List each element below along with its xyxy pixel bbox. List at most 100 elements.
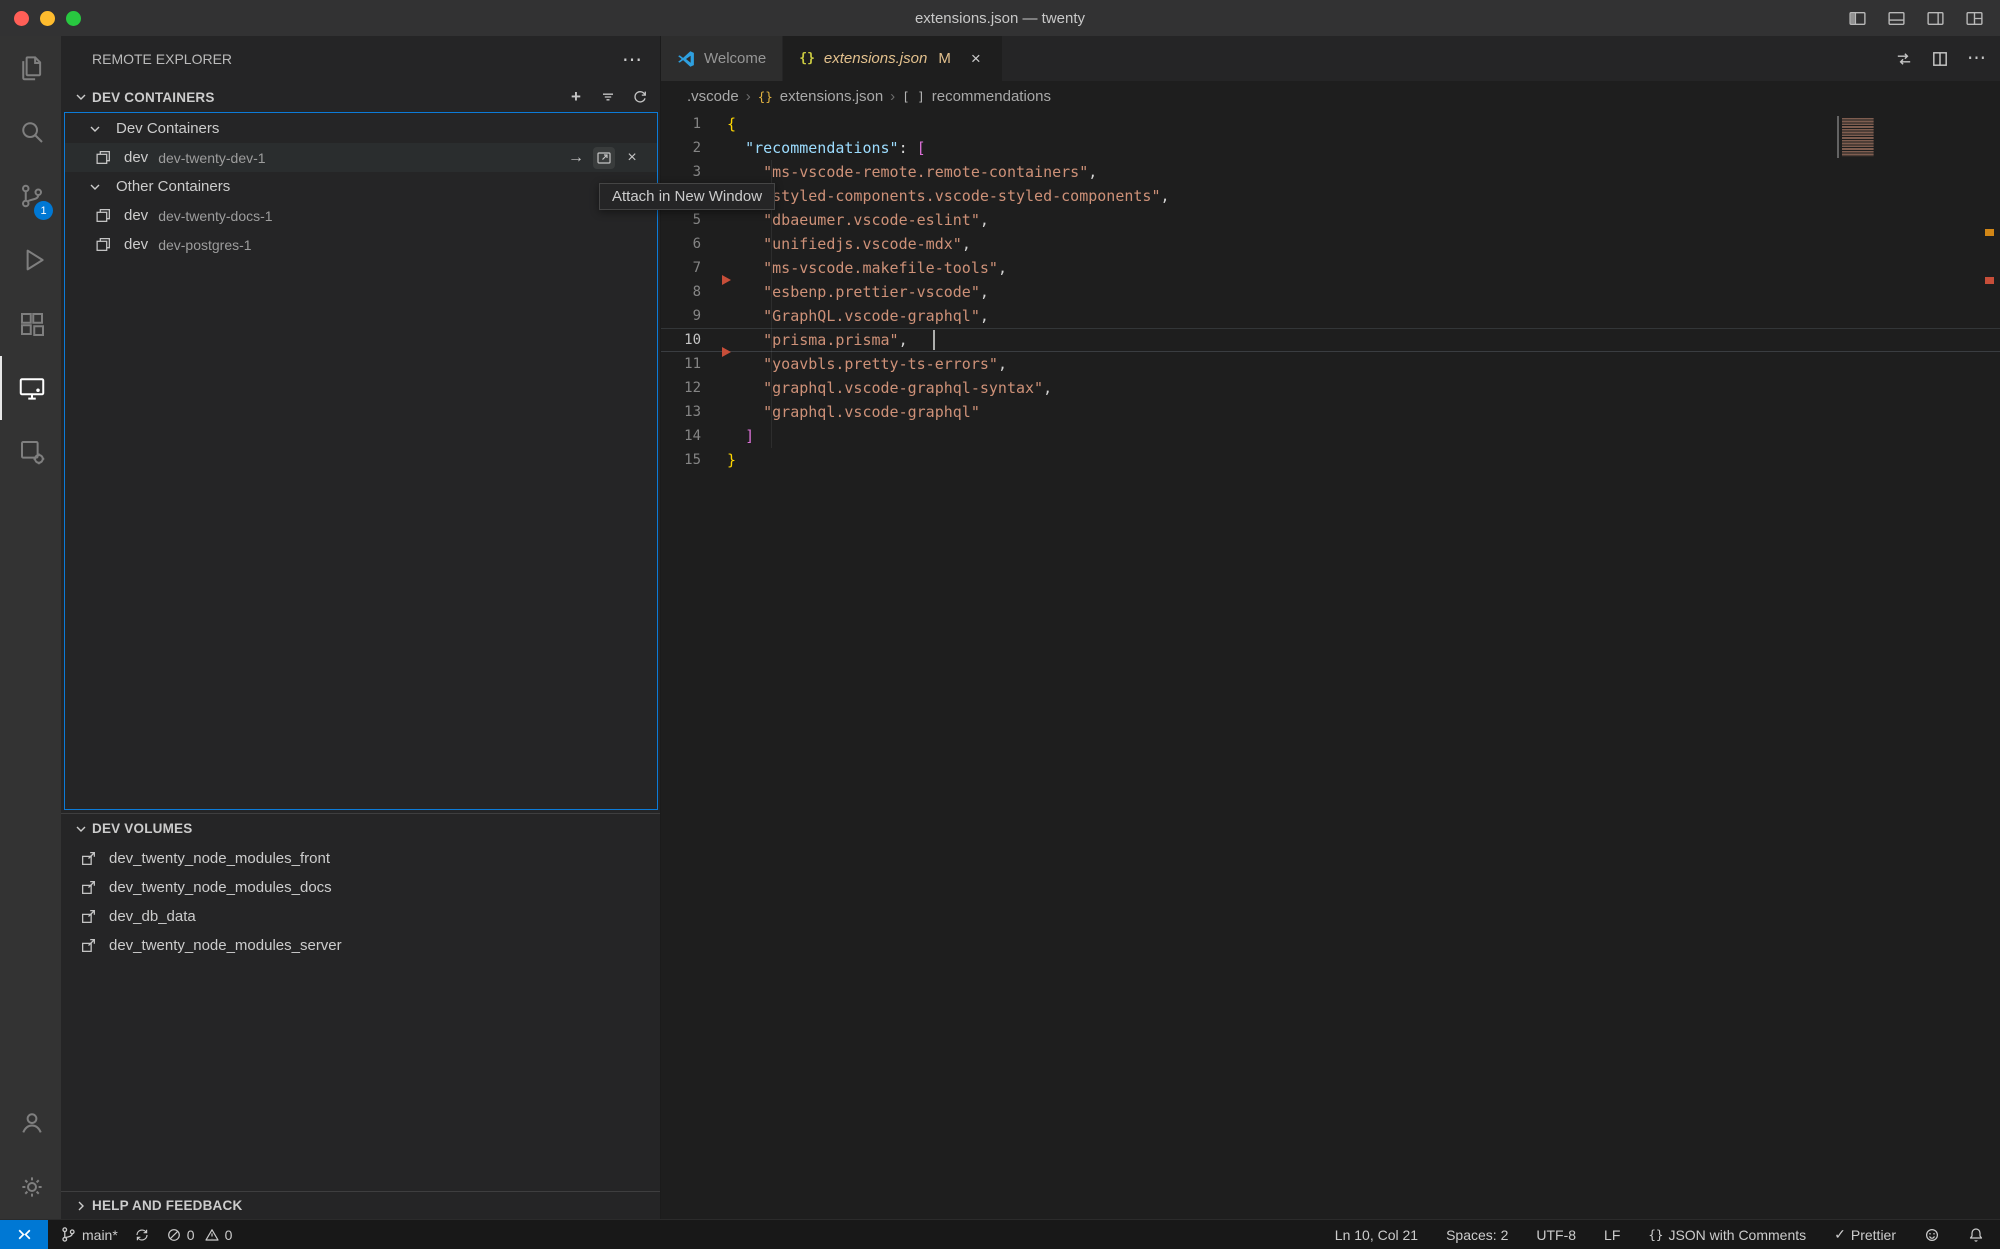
dev-containers-pane-header[interactable]: DEV CONTAINERS + [61,82,660,112]
code-text: ] [727,424,2000,448]
extensions-icon[interactable] [0,292,61,356]
run-debug-icon[interactable] [0,228,61,292]
breadcrumb-symbol[interactable]: recommendations [932,88,1051,105]
code-text: "unifiedjs.vscode-mdx", [727,232,2000,256]
code-line[interactable]: 6 "unifiedjs.vscode-mdx", [661,232,2000,256]
indentation-item[interactable]: Spaces: 2 [1446,1227,1508,1243]
code-line[interactable]: 15} [661,448,2000,472]
add-container-icon[interactable]: + [566,87,586,107]
container-item-dev-twenty-dev-1[interactable]: dev dev-twenty-dev-1 → × [65,143,657,172]
problems-item[interactable]: 0 0 [166,1227,233,1243]
close-tab-icon[interactable]: × [966,49,986,69]
help-feedback-pane-header[interactable]: HELP AND FEEDBACK [61,1191,660,1219]
pane-actions: + [566,87,650,107]
container-item-dev-postgres-1[interactable]: dev dev-postgres-1 [65,230,657,259]
code-line[interactable]: 1{ [661,112,2000,136]
tab-welcome[interactable]: Welcome [661,36,783,81]
accounts-icon[interactable] [0,1091,61,1155]
code-text: "recommendations": [ [727,136,2000,160]
volume-label: dev_twenty_node_modules_front [109,850,330,867]
volume-item[interactable]: dev_twenty_node_modules_front [61,844,660,873]
code-lines: 1{2 "recommendations": [3 "ms-vscode-rem… [661,112,2000,472]
sidebar-more-actions-icon[interactable]: ⋯ [622,47,642,72]
code-line[interactable]: 11 "yoavbls.pretty-ts-errors", [661,352,2000,376]
notifications-bell-icon[interactable] [1968,1227,1984,1243]
toggle-sidebar-left-icon[interactable] [1848,9,1867,28]
symbol-array-icon: [ ] [902,89,925,104]
tooltip-attach-in-new-window: Attach in New Window [599,183,775,210]
tab-extensions-json[interactable]: {} extensions.json M × [783,36,1002,81]
code-line[interactable]: 5 "dbaeumer.vscode-eslint", [661,208,2000,232]
settings-gear-icon[interactable] [0,1155,61,1219]
remove-container-icon[interactable]: × [621,147,643,169]
dev-containers-icon[interactable] [0,420,61,484]
attach-new-window-icon[interactable] [593,147,615,169]
explorer-icon[interactable] [0,36,61,100]
minimize-window-button[interactable] [40,11,55,26]
open-changes-icon[interactable] [1895,50,1913,68]
code-text: "ms-vscode-remote.remote-containers", [727,160,2000,184]
container-item-dev-twenty-docs-1[interactable]: dev dev-twenty-docs-1 [65,201,657,230]
breadcrumb-folder[interactable]: .vscode [687,88,739,105]
breadcrumb-file[interactable]: extensions.json [780,88,883,105]
editor-more-actions-icon[interactable]: ⋯ [1967,47,1986,70]
code-line[interactable]: 10 "prisma.prisma", [661,328,2000,352]
close-window-button[interactable] [14,11,29,26]
toggle-sidebar-right-icon[interactable] [1926,9,1945,28]
code-line[interactable]: 13 "graphql.vscode-graphql" [661,400,2000,424]
formatter-item[interactable]: ✓ Prettier [1834,1226,1896,1243]
volume-item[interactable]: dev_twenty_node_modules_server [61,931,660,960]
dev-volumes-pane: DEV VOLUMES dev_twenty_node_modules_fron… [61,813,660,960]
encoding-item[interactable]: UTF-8 [1536,1227,1576,1243]
code-editor[interactable]: 1{2 "recommendations": [3 "ms-vscode-rem… [661,112,2000,1219]
language-mode-item[interactable]: {} JSON with Comments [1648,1227,1806,1243]
volume-label: dev_twenty_node_modules_server [109,937,342,954]
git-branch-item[interactable]: main* [60,1226,118,1243]
window-title: extensions.json — twenty [0,10,2000,27]
feedback-icon[interactable] [1924,1227,1940,1243]
code-line[interactable]: 3 "ms-vscode-remote.remote-containers", [661,160,2000,184]
remote-explorer-icon[interactable] [0,356,61,420]
code-line[interactable]: 4 "styled-components.vscode-styled-compo… [661,184,2000,208]
code-line[interactable]: 2 "recommendations": [ [661,136,2000,160]
remote-window-indicator[interactable] [0,1220,48,1249]
source-control-icon[interactable]: 1 [0,164,61,228]
search-icon[interactable] [0,100,61,164]
sync-changes-icon[interactable] [134,1227,150,1243]
split-editor-icon[interactable] [1931,50,1949,68]
code-line[interactable]: 12 "graphql.vscode-graphql-syntax", [661,376,2000,400]
pane-label: HELP AND FEEDBACK [92,1198,242,1213]
chevron-down-icon [73,89,89,105]
eol-item[interactable]: LF [1604,1227,1620,1243]
attach-container-icon[interactable]: → [565,147,587,169]
breadcrumb-separator: › [746,88,751,105]
status-bar: main* 0 0 Ln 10, Col 21 Spaces: 2 UTF-8 … [0,1219,2000,1249]
toggle-panel-icon[interactable] [1887,9,1906,28]
customize-layout-icon[interactable] [1965,9,1984,28]
volume-icon [80,937,97,954]
code-text: "dbaeumer.vscode-eslint", [727,208,2000,232]
code-line[interactable]: 8 "esbenp.prettier-vscode", [661,280,2000,304]
git-deleted-marker [722,275,731,285]
minimap[interactable] [1833,116,1884,158]
code-text: "styled-components.vscode-styled-compone… [727,184,2000,208]
filter-icon[interactable] [598,87,618,107]
code-line[interactable]: 14 ] [661,424,2000,448]
check-icon: ✓ [1834,1226,1846,1243]
refresh-icon[interactable] [630,87,650,107]
volume-item[interactable]: dev_db_data [61,902,660,931]
code-line[interactable]: 7 "ms-vscode.makefile-tools", [661,256,2000,280]
dev-volumes-pane-header[interactable]: DEV VOLUMES [61,813,660,843]
volume-icon [80,879,97,896]
volume-item[interactable]: dev_twenty_node_modules_docs [61,873,660,902]
statusbar-right: Ln 10, Col 21 Spaces: 2 UTF-8 LF {} JSON… [1335,1226,2000,1243]
zoom-window-button[interactable] [66,11,81,26]
code-line[interactable]: 9 "GraphQL.vscode-graphql", [661,304,2000,328]
code-text: "esbenp.prettier-vscode", [727,280,2000,304]
activity-bar: 1 [0,36,61,1219]
line-number: 5 [661,208,727,232]
cursor-position-item[interactable]: Ln 10, Col 21 [1335,1227,1418,1243]
tree-group-other-containers[interactable]: Other Containers [65,172,657,201]
branch-name: main* [82,1227,118,1243]
tree-group-dev-containers[interactable]: Dev Containers [65,114,657,143]
